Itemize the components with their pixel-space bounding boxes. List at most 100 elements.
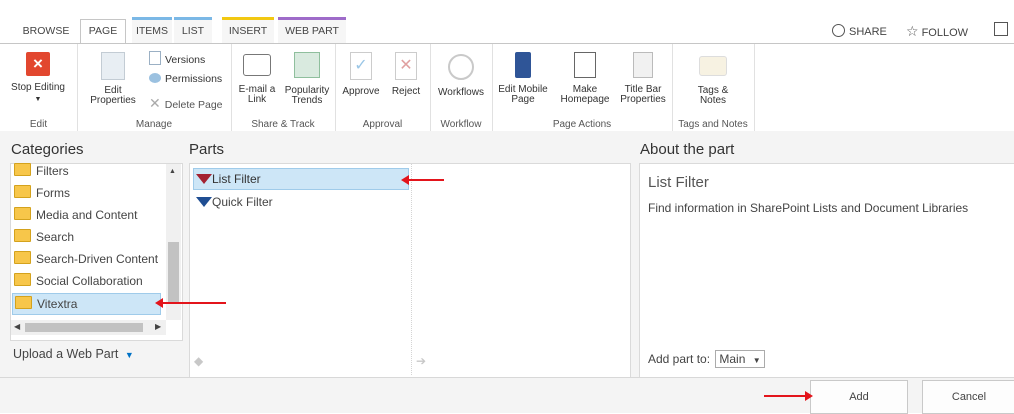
approve-label: Approve	[342, 86, 380, 97]
folder-icon	[14, 185, 31, 198]
hscrollbar-thumb[interactable]	[25, 323, 143, 332]
stop-editing-label: Stop Editing	[11, 82, 65, 93]
category-media-content[interactable]: Media and Content	[14, 205, 137, 225]
funnel-icon	[196, 174, 212, 184]
parts-prev-icon[interactable]: ◆	[194, 354, 203, 368]
make-homepage-label: Make Homepage	[560, 84, 610, 105]
group-page-actions: Edit Mobile Page Make Homepage Title Bar…	[492, 44, 673, 132]
upload-web-part-link[interactable]: Upload a Web Part ▼	[13, 347, 134, 361]
parts-header: Parts	[189, 141, 225, 158]
folder-icon	[14, 251, 31, 264]
annotation-arrow-add	[764, 395, 806, 397]
group-manage: Edit Properties Versions Permissions ✕ De…	[77, 44, 232, 132]
tags-notes-label: Tags & Notes	[697, 85, 729, 106]
chevron-down-icon: ▼	[124, 350, 134, 360]
cancel-button[interactable]: Cancel	[922, 380, 1014, 414]
workflows-button[interactable]: Workflows	[434, 52, 488, 98]
follow-label: FOLLOW	[921, 27, 969, 39]
workflows-label: Workflows	[438, 87, 484, 98]
group-share-track: E-mail a Link Popularity Trends Share & …	[231, 44, 336, 132]
tab-web-part[interactable]: WEB PART	[278, 17, 346, 43]
scroll-left-icon: ◀	[14, 322, 21, 331]
delete-page-button[interactable]: ✕ Delete Page	[149, 95, 223, 112]
approve-button[interactable]: ✓ Approve	[341, 52, 381, 97]
parts-column-divider	[411, 164, 412, 375]
home-icon	[574, 52, 596, 78]
folder-icon	[14, 229, 31, 242]
versions-button[interactable]: Versions	[149, 51, 205, 66]
approve-icon: ✓	[350, 52, 372, 80]
mobile-page-icon	[515, 52, 531, 78]
about-description: Find information in SharePoint Lists and…	[648, 201, 969, 215]
group-label-tags-notes: Tags and Notes	[678, 119, 748, 130]
delete-icon: ✕	[149, 95, 161, 111]
tab-page[interactable]: PAGE	[80, 19, 126, 45]
edit-properties-button[interactable]: Edit Properties	[87, 52, 139, 106]
folder-icon	[14, 207, 31, 220]
workflow-icon	[448, 54, 474, 80]
group-label-share-track: Share & Track	[251, 119, 315, 130]
chevron-down-icon: ▼	[34, 96, 42, 103]
category-search-driven-content[interactable]: Search-Driven Content	[14, 249, 164, 269]
page-properties-icon	[101, 52, 125, 80]
email-link-label: E-mail a Link	[238, 84, 276, 105]
category-search[interactable]: Search	[14, 227, 74, 247]
edit-mobile-page-button[interactable]: Edit Mobile Page	[498, 52, 548, 105]
categories-list: Filters Forms Media and Content Search S…	[10, 163, 183, 341]
part-quick-filter[interactable]: Quick Filter	[194, 192, 273, 212]
group-label-approval: Approval	[362, 119, 403, 130]
popularity-trends-button[interactable]: Popularity Trends	[283, 52, 331, 106]
scroll-right-icon: ▶	[155, 322, 162, 331]
categories-vscrollbar[interactable]: ▲	[166, 164, 181, 320]
category-forms[interactable]: Forms	[14, 183, 70, 203]
group-label-edit: Edit	[29, 119, 48, 130]
group-label-page-actions: Page Actions	[552, 119, 612, 130]
follow-button[interactable]: ☆ FOLLOW	[906, 23, 968, 40]
scrollbar-thumb[interactable]	[168, 242, 179, 304]
reject-label: Reject	[391, 86, 421, 97]
folder-icon	[14, 273, 31, 286]
category-vitextra[interactable]: Vitextra	[12, 293, 161, 315]
quick-filter-icon	[196, 197, 212, 207]
category-filters[interactable]: Filters	[14, 161, 69, 181]
focus-content-icon[interactable]	[994, 22, 1008, 36]
title-bar-properties-label: Title Bar Properties	[620, 84, 666, 105]
tab-insert[interactable]: INSERT	[222, 17, 274, 43]
email-link-button[interactable]: E-mail a Link	[237, 52, 277, 105]
tab-items[interactable]: ITEMS	[132, 17, 172, 43]
star-icon: ☆	[906, 23, 919, 39]
category-social-collaboration[interactable]: Social Collaboration	[14, 271, 143, 291]
reject-button[interactable]: ✕ Reject	[387, 52, 425, 97]
folder-icon	[15, 296, 32, 309]
tags-notes-button[interactable]: Tags & Notes	[686, 52, 740, 106]
email-icon	[243, 54, 271, 76]
delete-page-label: Delete Page	[164, 99, 223, 111]
reject-icon: ✕	[395, 52, 417, 80]
edit-mobile-page-label: Edit Mobile Page	[498, 84, 548, 105]
tab-browse[interactable]: BROWSE	[18, 20, 74, 43]
chevron-down-icon: ▼	[752, 356, 761, 365]
make-homepage-button[interactable]: Make Homepage	[558, 52, 612, 105]
stop-editing-button[interactable]: × Stop Editing ▼	[6, 52, 70, 105]
permissions-button[interactable]: Permissions	[149, 73, 222, 85]
about-header: About the part	[640, 141, 735, 158]
part-list-filter[interactable]: List Filter	[193, 168, 409, 190]
group-label-workflow: Workflow	[440, 119, 482, 130]
share-button[interactable]: SHARE	[832, 24, 887, 38]
share-icon	[832, 24, 845, 37]
parts-next-icon[interactable]: ➔	[416, 354, 426, 368]
web-part-adder: Categories Filters Forms Media and Conte…	[0, 131, 1014, 414]
group-edit: × Stop Editing ▼ Edit	[0, 44, 78, 132]
categories-hscrollbar[interactable]: ◀ ▶	[11, 320, 166, 335]
group-approval: ✓ Approve ✕ Reject Approval	[335, 44, 431, 132]
add-button[interactable]: Add	[810, 380, 908, 414]
categories-header: Categories	[11, 141, 84, 158]
tag-icon	[699, 56, 727, 76]
tab-list[interactable]: LIST	[174, 17, 212, 43]
ribbon-tab-bar: BROWSE PAGE ITEMS LIST INSERT WEB PART S…	[0, 0, 1014, 45]
stop-editing-icon: ×	[26, 52, 50, 76]
excel-icon	[294, 52, 320, 78]
zone-select[interactable]: Main ▼	[715, 350, 765, 368]
title-bar-properties-button[interactable]: Title Bar Properties	[616, 52, 670, 105]
versions-label: Versions	[165, 54, 206, 66]
